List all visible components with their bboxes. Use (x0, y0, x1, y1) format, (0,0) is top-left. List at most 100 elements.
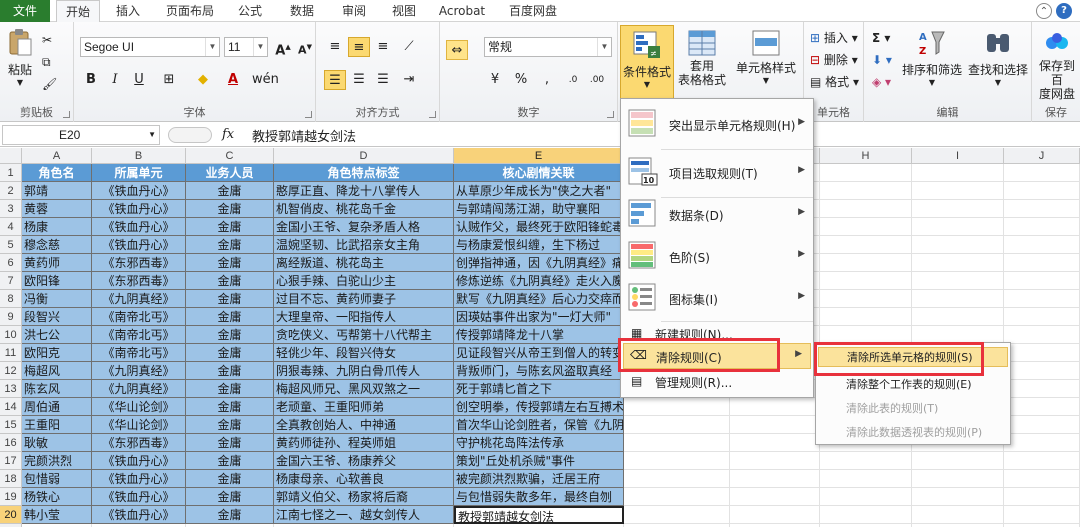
table-header-cell[interactable]: 角色特点标签 (274, 164, 454, 182)
format-as-table-button[interactable]: 套用 表格格式 (676, 30, 728, 87)
format-painter-icon[interactable]: 🖌 (42, 74, 57, 94)
find-select-button[interactable]: 查找和选择 ▼ (966, 28, 1030, 87)
menu-color-scales[interactable]: 色阶(S) ▶ (621, 233, 813, 277)
autosum-icon[interactable]: Σ ▾ (872, 28, 890, 48)
row-header[interactable]: 8 (0, 290, 22, 308)
bold-button[interactable]: B (80, 70, 102, 90)
menu-icon-sets[interactable]: 图标集(I) ▶ (621, 277, 813, 321)
table-cell[interactable]: 离经叛道、桃花岛主 (274, 254, 454, 272)
grow-font-button[interactable]: A▲ (272, 37, 294, 58)
tab-formulas[interactable]: 公式 (230, 0, 270, 22)
empty-cell[interactable] (1004, 380, 1080, 398)
table-cell[interactable]: 轻佻少年、段智兴侍女 (274, 344, 454, 362)
table-cell[interactable]: 创空明拳，传授郭靖左右互搏术 (454, 398, 624, 416)
table-cell[interactable]: 黄蓉 (22, 200, 92, 218)
insert-cells-button[interactable]: ⊞ 插入 ▾ (810, 28, 858, 48)
tab-data[interactable]: 数据 (282, 0, 322, 22)
table-cell[interactable]: 背叛师门，与陈玄风盗取真经 (454, 362, 624, 380)
table-cell[interactable]: 《南帝北丐》 (92, 344, 186, 362)
copy-icon[interactable]: ⧉ (42, 52, 51, 72)
percent-icon[interactable]: % (510, 70, 532, 90)
empty-cell[interactable] (912, 308, 1004, 326)
table-cell[interactable]: 梅超风师兄、黑风双煞之一 (274, 380, 454, 398)
empty-cell[interactable] (624, 488, 730, 506)
row-header[interactable]: 9 (0, 308, 22, 326)
empty-cell[interactable] (1004, 344, 1080, 362)
empty-cell[interactable] (820, 452, 912, 470)
insert-function-button[interactable]: fx (222, 127, 234, 142)
align-center-icon[interactable]: ☰ (348, 70, 370, 90)
formula-input[interactable]: 教授郭靖越女剑法 (252, 126, 356, 145)
table-cell[interactable]: 死于郭靖匕首之下 (454, 380, 624, 398)
borders-icon[interactable]: ⊞ (158, 70, 180, 90)
row-header[interactable]: 13 (0, 380, 22, 398)
table-cell[interactable]: 教授郭靖越女剑法 (454, 506, 624, 524)
name-box[interactable]: E20 ▼ (2, 125, 160, 145)
row-header[interactable]: 7 (0, 272, 22, 290)
empty-cell[interactable] (730, 434, 820, 452)
table-cell[interactable]: 《南帝北丐》 (92, 308, 186, 326)
empty-cell[interactable] (1004, 488, 1080, 506)
cell-styles-button[interactable]: 单元格样式 ▼ (730, 30, 802, 85)
row-header[interactable]: 15 (0, 416, 22, 434)
align-top-icon[interactable]: ≡ (324, 37, 346, 57)
wen-phonetic-icon[interactable]: wén (252, 70, 279, 90)
row-header[interactable]: 12 (0, 362, 22, 380)
increase-decimal-icon[interactable]: .0 (562, 70, 584, 90)
row-header[interactable]: 18 (0, 470, 22, 488)
empty-cell[interactable] (820, 470, 912, 488)
empty-cell[interactable] (730, 416, 820, 434)
align-bottom-icon[interactable]: ≡ (372, 37, 394, 57)
tab-insert[interactable]: 插入 (108, 0, 148, 22)
table-cell[interactable]: 阴狠毒辣、九阴白骨爪传人 (274, 362, 454, 380)
fill-icon[interactable]: ⬇ ▾ (872, 50, 892, 70)
table-cell[interactable]: 周伯通 (22, 398, 92, 416)
underline-button[interactable]: U (128, 70, 150, 90)
table-cell[interactable]: 包惜弱 (22, 470, 92, 488)
empty-cell[interactable] (624, 470, 730, 488)
table-cell[interactable]: 金庸 (186, 290, 274, 308)
empty-cell[interactable] (1004, 182, 1080, 200)
column-header[interactable]: D (274, 148, 454, 164)
table-cell[interactable]: 认贼作父，最终死于欧阳锋蛇毒 (454, 218, 624, 236)
table-cell[interactable]: 黄药师 (22, 254, 92, 272)
font-name-select[interactable]: Segoe UI ▼ (80, 37, 220, 57)
clear-icon[interactable]: ◈ ▾ (872, 72, 891, 92)
empty-cell[interactable] (1004, 470, 1080, 488)
table-cell[interactable]: 金庸 (186, 308, 274, 326)
align-left-icon[interactable]: ☰ (324, 70, 346, 90)
column-header[interactable]: I (912, 148, 1004, 164)
table-cell[interactable]: 与包惜弱失散多年，最终自刎 (454, 488, 624, 506)
empty-cell[interactable] (1004, 452, 1080, 470)
tab-file[interactable]: 文件 (0, 0, 50, 22)
table-cell[interactable]: 过目不忘、黄药师妻子 (274, 290, 454, 308)
table-cell[interactable]: 《九阴真经》 (92, 362, 186, 380)
empty-cell[interactable] (1004, 272, 1080, 290)
empty-cell[interactable] (820, 218, 912, 236)
table-cell[interactable]: 默写《九阴真经》后心力交瘁而亡 (454, 290, 624, 308)
row-header[interactable]: 14 (0, 398, 22, 416)
table-cell[interactable]: 洪七公 (22, 326, 92, 344)
empty-cell[interactable] (912, 488, 1004, 506)
tab-home[interactable]: 开始 (56, 0, 100, 23)
empty-cell[interactable] (730, 488, 820, 506)
table-cell[interactable]: 段智兴 (22, 308, 92, 326)
column-header[interactable]: C (186, 148, 274, 164)
empty-cell[interactable] (912, 272, 1004, 290)
table-cell[interactable]: 《东邪西毒》 (92, 254, 186, 272)
table-cell[interactable]: 《铁血丹心》 (92, 218, 186, 236)
empty-cell[interactable] (820, 488, 912, 506)
table-cell[interactable]: 杨康 (22, 218, 92, 236)
currency-icon[interactable]: ¥ (484, 70, 506, 90)
table-cell[interactable]: 金庸 (186, 326, 274, 344)
table-cell[interactable]: 见证段智兴从帝王到僧人的转变 (454, 344, 624, 362)
table-cell[interactable]: 金庸 (186, 182, 274, 200)
empty-cell[interactable] (1004, 362, 1080, 380)
table-cell[interactable]: 创弹指神通，因《九阴真经》痛失 (454, 254, 624, 272)
paste-button[interactable]: 粘贴 ▼ (4, 28, 36, 87)
empty-cell[interactable] (624, 434, 730, 452)
align-right-icon[interactable]: ☰ (372, 70, 394, 90)
table-cell[interactable]: 金庸 (186, 434, 274, 452)
row-header[interactable]: 6 (0, 254, 22, 272)
table-cell[interactable]: 金庸 (186, 416, 274, 434)
